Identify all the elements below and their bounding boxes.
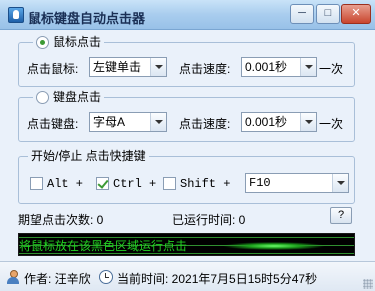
radio-checked-icon[interactable] [36,35,49,49]
mouse-button-label: 点击鼠标: [27,62,79,76]
resize-grip[interactable] [363,279,373,289]
hot-area-text: 将鼠标放在该黑色区域运行点击 [19,239,188,253]
mouse-speed-select[interactable]: 0.001秒 [241,57,317,77]
mouse-speed-value: 0.001秒 [245,60,288,74]
hotkey-select[interactable]: F10 [245,173,349,193]
chevron-down-icon[interactable] [300,113,316,131]
mouse-click-radio[interactable]: 鼠标点击 [33,35,105,49]
client-area: 鼠标点击 点击鼠标: 左键单击 点击速度: 0.001秒 一次 键盘点击 点击键… [0,30,375,261]
keyboard-click-title: 键盘点击 [53,90,102,104]
author-text: 作者: 汪辛欣 [24,272,91,286]
chevron-down-icon[interactable] [150,58,166,76]
keyboard-key-select[interactable]: 字母A [89,112,167,132]
shift-checkbox[interactable] [163,177,176,190]
ctrl-label: Ctrl + [113,177,157,191]
mouse-speed-label: 点击速度: [179,62,231,76]
keyboard-key-label: 点击键盘: [27,117,79,131]
keyboard-speed-select[interactable]: 0.001秒 [241,112,317,132]
ctrl-checkbox[interactable] [96,177,109,190]
hotkey-group: 开始/停止 点击快捷键 Alt + Ctrl + Shift + F10 [18,149,355,204]
title-bar: 鼠标键盘自动点击器 ─ □ ✕ [0,0,375,30]
maximize-button[interactable]: □ [316,4,340,24]
minimize-button[interactable]: ─ [290,4,314,24]
signal-wave-graphic [224,242,324,250]
click-trigger-area[interactable]: 将鼠标放在该黑色区域运行点击 [18,233,355,256]
keyboard-speed-label: 点击速度: [179,117,231,131]
shift-label: Shift + [180,177,231,191]
current-time-text: 当前时间: 2021年7月5日15时5分47秒 [117,272,318,286]
hotkey-value: F10 [249,176,271,190]
expected-clicks-label: 期望点击次数: 0 [18,213,104,227]
chevron-down-icon[interactable] [150,113,166,131]
status-bar: 作者: 汪辛欣 当前时间: 2021年7月5日15时5分47秒 [0,261,375,291]
mouse-icon [8,7,24,23]
mouse-button-value: 左键单击 [93,60,142,74]
alt-label: Alt + [47,177,84,191]
runtime-label: 已运行时间: 0 [172,213,246,227]
window-title: 鼠标键盘自动点击器 [28,11,146,26]
keyboard-key-value: 字母A [93,115,126,129]
chevron-down-icon[interactable] [300,58,316,76]
hotkey-group-title: 开始/停止 点击快捷键 [28,149,149,163]
keyboard-click-radio[interactable]: 键盘点击 [33,90,105,104]
keyboard-speed-unit: 一次 [319,117,344,131]
mouse-click-title: 鼠标点击 [53,35,102,49]
alt-checkbox[interactable] [30,177,43,190]
close-button[interactable]: ✕ [341,4,371,24]
mouse-speed-unit: 一次 [319,62,344,76]
person-icon [6,270,20,284]
mouse-button-select[interactable]: 左键单击 [89,57,167,77]
keyboard-speed-value: 0.001秒 [245,115,288,129]
clock-icon [99,270,113,284]
keyboard-click-group: 键盘点击 点击键盘: 字母A 点击速度: 0.001秒 一次 [18,90,355,142]
mini-button[interactable]: ? [330,207,352,224]
chevron-down-icon[interactable] [332,174,348,192]
mouse-click-group: 鼠标点击 点击鼠标: 左键单击 点击速度: 0.001秒 一次 [18,35,355,87]
radio-unchecked-icon[interactable] [36,90,49,104]
